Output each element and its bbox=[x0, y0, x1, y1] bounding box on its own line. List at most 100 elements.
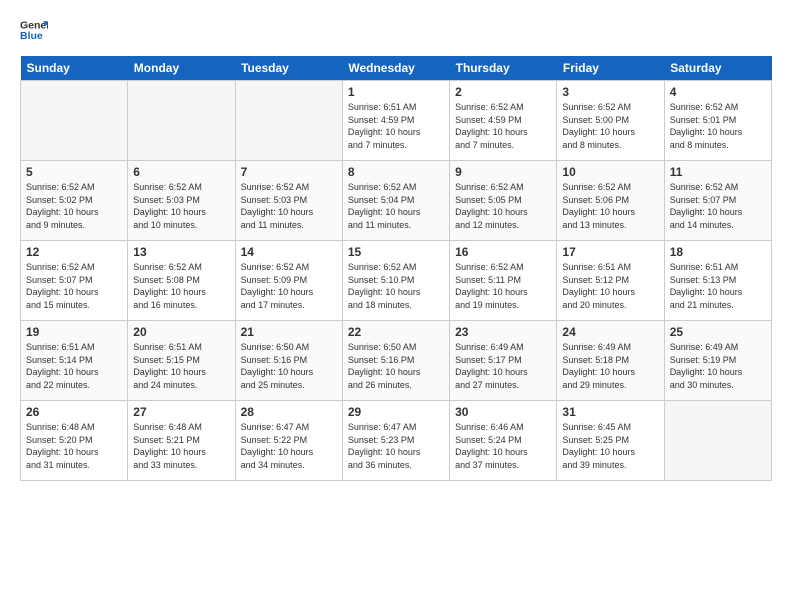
week-row-4: 26 Sunrise: 6:48 AMSunset: 5:20 PMDayligh… bbox=[21, 401, 772, 481]
header-monday: Monday bbox=[128, 56, 235, 81]
calendar-cell: 18 Sunrise: 6:51 AMSunset: 5:13 PMDayligh… bbox=[664, 241, 771, 321]
header-row: SundayMondayTuesdayWednesdayThursdayFrid… bbox=[21, 56, 772, 81]
calendar-cell: 12Sunrise: 6:52 AMSunset: 5:07 PMDayligh… bbox=[21, 241, 128, 321]
day-number: 23 bbox=[455, 325, 551, 339]
day-info: Sunrise: 6:52 AMSunset: 5:02 PMDaylight:… bbox=[26, 181, 122, 231]
day-info: Sunrise: 6:52 AMSunset: 5:11 PMDaylight:… bbox=[455, 261, 551, 311]
calendar-cell: 13Sunrise: 6:52 AMSunset: 5:08 PMDayligh… bbox=[128, 241, 235, 321]
header-wednesday: Wednesday bbox=[342, 56, 449, 81]
calendar-cell: 27 Sunrise: 6:48 AMSunset: 5:21 PMDayligh… bbox=[128, 401, 235, 481]
day-number: 2 bbox=[455, 85, 551, 99]
calendar-cell: 31Sunrise: 6:45 AMSunset: 5:25 PMDayligh… bbox=[557, 401, 664, 481]
day-info: Sunrise: 6:46 AMSunset: 5:24 PMDaylight:… bbox=[455, 421, 551, 471]
day-number: 10 bbox=[562, 165, 658, 179]
calendar-cell: 9 Sunrise: 6:52 AMSunset: 5:05 PMDaylight… bbox=[450, 161, 557, 241]
day-info: Sunrise: 6:52 AMSunset: 5:05 PMDaylight:… bbox=[455, 181, 551, 231]
calendar-cell: 26 Sunrise: 6:48 AMSunset: 5:20 PMDayligh… bbox=[21, 401, 128, 481]
calendar-cell: 17Sunrise: 6:51 AMSunset: 5:12 PMDayligh… bbox=[557, 241, 664, 321]
calendar-cell: 7 Sunrise: 6:52 AMSunset: 5:03 PMDaylight… bbox=[235, 161, 342, 241]
day-number: 29 bbox=[348, 405, 444, 419]
calendar-cell: 22 Sunrise: 6:50 AMSunset: 5:16 PMDayligh… bbox=[342, 321, 449, 401]
day-info: Sunrise: 6:47 AMSunset: 5:23 PMDaylight:… bbox=[348, 421, 444, 471]
calendar-cell: 23 Sunrise: 6:49 AMSunset: 5:17 PMDayligh… bbox=[450, 321, 557, 401]
day-number: 18 bbox=[670, 245, 766, 259]
calendar-cell: 19 Sunrise: 6:51 AMSunset: 5:14 PMDayligh… bbox=[21, 321, 128, 401]
calendar-table: SundayMondayTuesdayWednesdayThursdayFrid… bbox=[20, 56, 772, 481]
day-info: Sunrise: 6:52 AMSunset: 5:08 PMDaylight:… bbox=[133, 261, 229, 311]
header-friday: Friday bbox=[557, 56, 664, 81]
calendar-cell: 29 Sunrise: 6:47 AMSunset: 5:23 PMDayligh… bbox=[342, 401, 449, 481]
day-number: 6 bbox=[133, 165, 229, 179]
calendar-cell: 14Sunrise: 6:52 AMSunset: 5:09 PMDayligh… bbox=[235, 241, 342, 321]
day-info: Sunrise: 6:50 AMSunset: 5:16 PMDaylight:… bbox=[348, 341, 444, 391]
day-number: 22 bbox=[348, 325, 444, 339]
calendar-cell: 4Sunrise: 6:52 AMSunset: 5:01 PMDaylight… bbox=[664, 81, 771, 161]
day-info: Sunrise: 6:52 AMSunset: 5:04 PMDaylight:… bbox=[348, 181, 444, 231]
day-number: 11 bbox=[670, 165, 766, 179]
day-info: Sunrise: 6:51 AMSunset: 5:14 PMDaylight:… bbox=[26, 341, 122, 391]
calendar-cell: 20 Sunrise: 6:51 AMSunset: 5:15 PMDayligh… bbox=[128, 321, 235, 401]
day-number: 26 bbox=[26, 405, 122, 419]
calendar-cell: 1 Sunrise: 6:51 AMSunset: 4:59 PMDaylight… bbox=[342, 81, 449, 161]
day-number: 9 bbox=[455, 165, 551, 179]
svg-text:Blue: Blue bbox=[20, 30, 43, 42]
day-info: Sunrise: 6:51 AMSunset: 4:59 PMDaylight:… bbox=[348, 101, 444, 151]
logo-icon: General Blue bbox=[20, 16, 48, 44]
day-info: Sunrise: 6:51 AMSunset: 5:15 PMDaylight:… bbox=[133, 341, 229, 391]
day-info: Sunrise: 6:52 AMSunset: 5:03 PMDaylight:… bbox=[241, 181, 337, 231]
day-number: 19 bbox=[26, 325, 122, 339]
day-info: Sunrise: 6:49 AMSunset: 5:19 PMDaylight:… bbox=[670, 341, 766, 391]
day-number: 12 bbox=[26, 245, 122, 259]
day-number: 28 bbox=[241, 405, 337, 419]
header-saturday: Saturday bbox=[664, 56, 771, 81]
day-info: Sunrise: 6:52 AMSunset: 4:59 PMDaylight:… bbox=[455, 101, 551, 151]
calendar-cell: 15Sunrise: 6:52 AMSunset: 5:10 PMDayligh… bbox=[342, 241, 449, 321]
day-info: Sunrise: 6:48 AMSunset: 5:21 PMDaylight:… bbox=[133, 421, 229, 471]
calendar-cell bbox=[664, 401, 771, 481]
day-info: Sunrise: 6:48 AMSunset: 5:20 PMDaylight:… bbox=[26, 421, 122, 471]
logo: General Blue bbox=[20, 16, 48, 44]
header-thursday: Thursday bbox=[450, 56, 557, 81]
day-number: 20 bbox=[133, 325, 229, 339]
day-number: 14 bbox=[241, 245, 337, 259]
day-info: Sunrise: 6:52 AMSunset: 5:07 PMDaylight:… bbox=[670, 181, 766, 231]
calendar-cell: 21 Sunrise: 6:50 AMSunset: 5:16 PMDayligh… bbox=[235, 321, 342, 401]
day-number: 21 bbox=[241, 325, 337, 339]
day-number: 25 bbox=[670, 325, 766, 339]
day-number: 5 bbox=[26, 165, 122, 179]
calendar-cell: 28 Sunrise: 6:47 AMSunset: 5:22 PMDayligh… bbox=[235, 401, 342, 481]
calendar-cell: 2 Sunrise: 6:52 AMSunset: 4:59 PMDaylight… bbox=[450, 81, 557, 161]
header-tuesday: Tuesday bbox=[235, 56, 342, 81]
day-info: Sunrise: 6:50 AMSunset: 5:16 PMDaylight:… bbox=[241, 341, 337, 391]
day-info: Sunrise: 6:49 AMSunset: 5:17 PMDaylight:… bbox=[455, 341, 551, 391]
day-number: 7 bbox=[241, 165, 337, 179]
day-number: 30 bbox=[455, 405, 551, 419]
calendar-cell: 25 Sunrise: 6:49 AMSunset: 5:19 PMDayligh… bbox=[664, 321, 771, 401]
calendar-cell: 5 Sunrise: 6:52 AMSunset: 5:02 PMDaylight… bbox=[21, 161, 128, 241]
day-number: 8 bbox=[348, 165, 444, 179]
calendar-cell: 6 Sunrise: 6:52 AMSunset: 5:03 PMDaylight… bbox=[128, 161, 235, 241]
calendar-cell: 16Sunrise: 6:52 AMSunset: 5:11 PMDayligh… bbox=[450, 241, 557, 321]
week-row-0: 1 Sunrise: 6:51 AMSunset: 4:59 PMDaylight… bbox=[21, 81, 772, 161]
day-number: 1 bbox=[348, 85, 444, 99]
week-row-1: 5 Sunrise: 6:52 AMSunset: 5:02 PMDaylight… bbox=[21, 161, 772, 241]
day-number: 3 bbox=[562, 85, 658, 99]
day-number: 4 bbox=[670, 85, 766, 99]
calendar-cell: 10Sunrise: 6:52 AMSunset: 5:06 PMDayligh… bbox=[557, 161, 664, 241]
week-row-2: 12Sunrise: 6:52 AMSunset: 5:07 PMDayligh… bbox=[21, 241, 772, 321]
day-number: 31 bbox=[562, 405, 658, 419]
day-info: Sunrise: 6:49 AMSunset: 5:18 PMDaylight:… bbox=[562, 341, 658, 391]
day-number: 27 bbox=[133, 405, 229, 419]
calendar-cell: 3 Sunrise: 6:52 AMSunset: 5:00 PMDaylight… bbox=[557, 81, 664, 161]
day-info: Sunrise: 6:51 AMSunset: 5:13 PMDaylight:… bbox=[670, 261, 766, 311]
day-info: Sunrise: 6:52 AMSunset: 5:03 PMDaylight:… bbox=[133, 181, 229, 231]
day-number: 15 bbox=[348, 245, 444, 259]
calendar-cell: 8 Sunrise: 6:52 AMSunset: 5:04 PMDaylight… bbox=[342, 161, 449, 241]
header-sunday: Sunday bbox=[21, 56, 128, 81]
calendar-cell: 24 Sunrise: 6:49 AMSunset: 5:18 PMDayligh… bbox=[557, 321, 664, 401]
day-info: Sunrise: 6:47 AMSunset: 5:22 PMDaylight:… bbox=[241, 421, 337, 471]
calendar-cell bbox=[235, 81, 342, 161]
day-number: 24 bbox=[562, 325, 658, 339]
day-info: Sunrise: 6:52 AMSunset: 5:00 PMDaylight:… bbox=[562, 101, 658, 151]
page: General Blue SundayMondayTuesdayWednesda… bbox=[0, 0, 792, 612]
